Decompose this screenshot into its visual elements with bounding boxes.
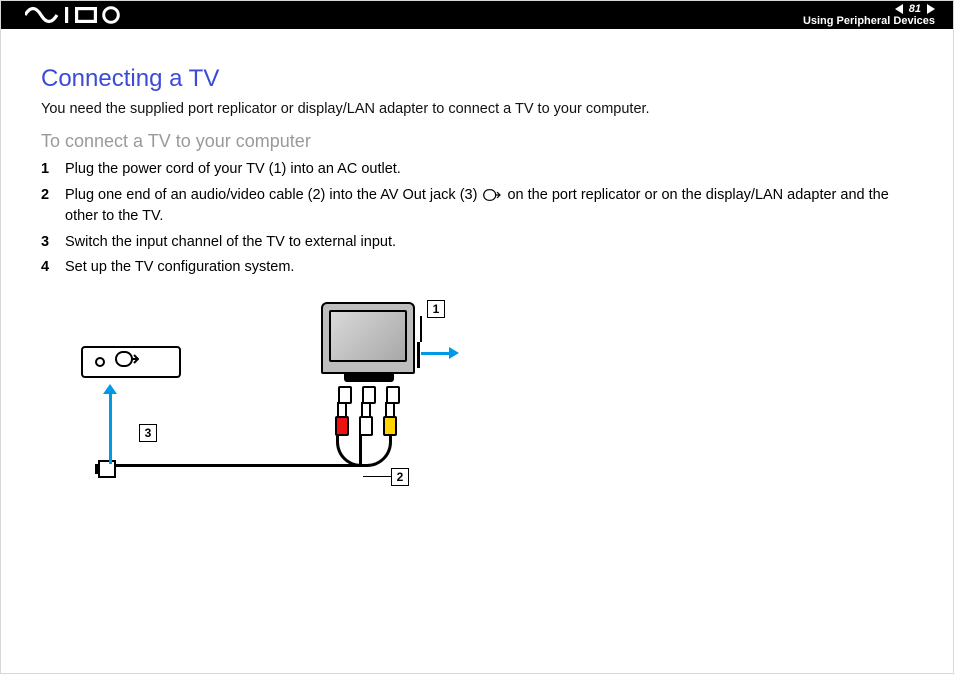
callout-1: 1: [427, 300, 445, 318]
adapter-box: [81, 346, 181, 378]
rca-red-icon: [335, 402, 349, 436]
step-text: Set up the TV configuration system.: [65, 258, 294, 278]
power-cable: [417, 342, 420, 368]
page-number: 81: [909, 4, 921, 15]
vaio-logo: [25, 1, 121, 29]
steps-list: Plug the power cord of your TV (1) into …: [41, 160, 913, 278]
step-text: Plug the power cord of your TV (1) into …: [65, 160, 401, 180]
page: 81 Using Peripheral Devices Connecting a…: [0, 0, 954, 674]
rca-plugs: [335, 402, 397, 436]
connection-diagram: 1 2 3: [81, 294, 501, 514]
step-text: Switch the input channel of the TV to ex…: [65, 233, 396, 253]
prev-page-icon[interactable]: [895, 4, 903, 14]
rca-yellow-icon: [383, 402, 397, 436]
av-out-icon: [483, 188, 501, 208]
tv-icon: [321, 302, 417, 404]
cable-join: [336, 434, 392, 467]
page-title: Connecting a TV: [41, 65, 913, 93]
callout-3: 3: [139, 424, 157, 442]
step-item: Plug the power cord of your TV (1) into …: [41, 160, 913, 180]
callout-2-leader: [363, 476, 391, 478]
content: Connecting a TV You need the supplied po…: [1, 29, 953, 514]
header-bar: 81 Using Peripheral Devices: [1, 1, 953, 29]
av-out-port-icon: [115, 351, 139, 372]
next-page-icon[interactable]: [927, 4, 935, 14]
power-arrow-icon: [421, 352, 449, 355]
section-label: Using Peripheral Devices: [803, 16, 935, 27]
cable-mid: [359, 434, 362, 464]
adapter-port-icon: [95, 357, 105, 367]
intro-text: You need the supplied port replicator or…: [41, 101, 913, 117]
callout-2: 2: [391, 468, 409, 486]
rca-white-icon: [359, 402, 373, 436]
cable-main: [109, 464, 361, 467]
step-item: Set up the TV configuration system.: [41, 258, 913, 278]
step-item: Plug one end of an audio/video cable (2)…: [41, 186, 913, 227]
header-right: 81 Using Peripheral Devices: [803, 4, 935, 27]
step-item: Switch the input channel of the TV to ex…: [41, 233, 913, 253]
page-nav: 81: [895, 4, 935, 15]
subtitle: To connect a TV to your computer: [41, 131, 913, 152]
callout-1-leader: [420, 316, 422, 342]
step-text: Plug one end of an audio/video cable (2)…: [65, 186, 913, 227]
insert-arrow-icon: [105, 384, 115, 464]
